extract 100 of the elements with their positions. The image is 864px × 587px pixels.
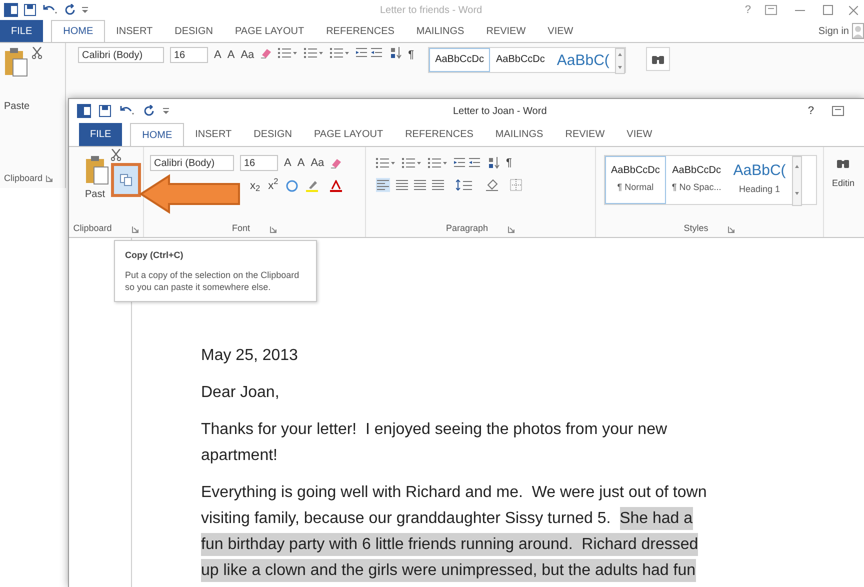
dialog-launcher-icon[interactable] [46, 174, 53, 182]
ribbon-tab[interactable]: INSERT [184, 123, 243, 146]
find-button[interactable] [646, 47, 670, 71]
multilevel-list-icon[interactable] [428, 157, 448, 170]
eraser-icon[interactable] [330, 157, 342, 170]
bullets-icon[interactable] [278, 47, 298, 59]
maximize-icon[interactable] [823, 5, 833, 15]
ribbon-tab[interactable]: REFERENCES [394, 123, 484, 146]
file-tab[interactable]: FILE [0, 20, 44, 42]
sort-icon[interactable] [390, 47, 402, 59]
clipboard-icon[interactable] [85, 155, 109, 185]
ribbon-tab[interactable]: DESIGN [242, 123, 303, 146]
copy-button[interactable] [111, 163, 141, 197]
dialog-launcher-icon[interactable] [270, 226, 277, 232]
indent-icon[interactable] [454, 157, 482, 170]
bullets-icon[interactable] [376, 157, 396, 170]
ribbon-tab[interactable]: VIEW [616, 123, 664, 146]
ribbon-tab[interactable]: REVIEW [475, 20, 537, 42]
help-button[interactable]: ? [808, 102, 814, 120]
style-sample: AaBbCcDc [672, 166, 722, 176]
align-center-icon[interactable] [396, 178, 408, 190]
ribbon-tab[interactable]: REVIEW [554, 123, 616, 146]
gallery-scroll-icon[interactable] [615, 48, 626, 74]
sort-icon[interactable] [488, 157, 500, 170]
save-icon[interactable] [99, 105, 111, 117]
numbering-icon[interactable] [402, 157, 422, 170]
style-sample: AaBbCcDc [611, 166, 660, 176]
ribbon-options-icon[interactable] [765, 5, 777, 15]
dialog-launcher-icon[interactable] [728, 226, 736, 232]
save-icon[interactable] [24, 4, 36, 16]
ribbon-tab[interactable]: REFERENCES [315, 20, 406, 42]
undo-icon[interactable] [119, 105, 135, 117]
subscript-button[interactable]: x$_{2}$ [250, 178, 260, 194]
style-option[interactable]: AaBbC( [550, 48, 616, 72]
ribbon-tab[interactable]: PAGE LAYOUT [302, 123, 394, 146]
help-button[interactable]: ? [744, 2, 751, 18]
ribbon-tab[interactable]: PAGE LAYOUT [224, 20, 316, 42]
sign-in-link[interactable]: Sign in [818, 24, 849, 38]
scissors-icon[interactable] [111, 149, 121, 161]
word-icon[interactable] [77, 104, 91, 118]
font-size-field[interactable]: 16 [240, 155, 278, 172]
redo-icon[interactable] [64, 4, 76, 16]
line-spacing-icon[interactable] [456, 178, 474, 190]
binoculars-icon[interactable] [651, 53, 666, 65]
align-left-button[interactable] [376, 178, 390, 192]
font-name-field[interactable]: Calibri (Body) [78, 47, 164, 63]
show-marks-button[interactable]: ¶ [408, 47, 414, 64]
style-name: Heading 1 [739, 183, 780, 196]
close-icon[interactable] [849, 6, 858, 14]
justify-icon[interactable] [432, 178, 444, 190]
show-marks-button[interactable]: ¶ [506, 155, 512, 172]
word-icon[interactable] [4, 3, 18, 17]
file-tab[interactable]: FILE [79, 123, 122, 146]
scissors-icon[interactable] [32, 47, 42, 59]
shrink-font-button[interactable]: A [227, 47, 235, 64]
font-size-field[interactable]: 16 [170, 47, 208, 63]
numbering-icon[interactable] [304, 47, 324, 59]
window-title: Letter to Joan - Word [453, 104, 547, 118]
indent-icon[interactable] [356, 47, 384, 59]
borders-icon[interactable] [510, 178, 522, 190]
change-case-button[interactable]: Aa [240, 47, 254, 64]
clipboard-icon[interactable] [4, 47, 28, 77]
ribbon-tab[interactable]: VIEW [536, 20, 584, 42]
gallery-scroll-icon[interactable] [792, 156, 802, 206]
grow-font-button[interactable]: A [284, 155, 292, 172]
ribbon-tab[interactable]: HOME [51, 20, 106, 42]
text-line: Dear Joan, [201, 383, 280, 403]
customize-caret-icon[interactable] [82, 6, 88, 14]
undo-icon[interactable] [42, 4, 58, 16]
ribbon-tab[interactable]: MAILINGS [484, 123, 554, 146]
multilevel-list-icon[interactable] [330, 47, 350, 59]
dialog-launcher-icon[interactable] [132, 226, 139, 232]
style-option[interactable]: AaBbCcDc [490, 48, 551, 72]
dialog-launcher-icon[interactable] [508, 226, 516, 232]
paste-button[interactable]: Past [85, 187, 106, 202]
ribbon-tab[interactable]: MAILINGS [405, 20, 476, 42]
ribbon-options-icon[interactable] [832, 106, 844, 116]
shrink-font-button[interactable]: A [297, 155, 305, 172]
style-option[interactable]: AaBbC( Heading 1 [727, 156, 792, 204]
superscript-button[interactable]: x$^{2}$ [268, 178, 278, 194]
ribbon-tab[interactable]: INSERT [105, 20, 164, 42]
style-sample: AaBbC( [556, 52, 610, 68]
grow-font-button[interactable]: A [214, 47, 222, 64]
editing-button[interactable]: Editin [832, 157, 855, 190]
style-option[interactable]: AaBbCcDc [429, 48, 490, 72]
copy-icon [120, 174, 132, 186]
customize-caret-icon[interactable] [163, 107, 169, 115]
eraser-icon[interactable] [260, 47, 272, 59]
style-option[interactable]: AaBbCcDc ¶ Normal [605, 156, 666, 204]
style-option[interactable]: AaBbCcDc ¶ No Spac... [666, 156, 728, 204]
font-name-field[interactable]: Calibri (Body) [150, 155, 234, 172]
binoculars-icon[interactable] [836, 157, 850, 169]
font-color-icon[interactable] [330, 180, 344, 192]
group-label: Font [232, 222, 250, 236]
align-right-icon[interactable] [414, 178, 426, 190]
change-case-button[interactable]: Aa [310, 155, 324, 172]
ribbon-tab[interactable]: DESIGN [164, 20, 224, 42]
ribbon-tab[interactable]: HOME [130, 123, 184, 146]
paste-button[interactable]: Paste [4, 99, 65, 114]
redo-icon[interactable] [143, 105, 155, 117]
